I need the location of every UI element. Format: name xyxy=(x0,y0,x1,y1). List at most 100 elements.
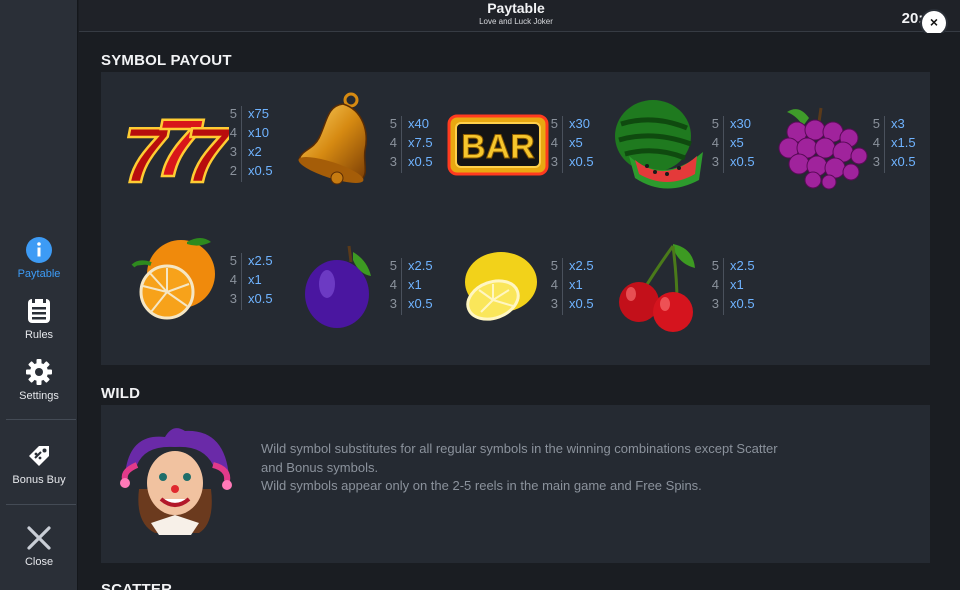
orange-payouts: 5 x2.5 4 x1 3 x0.5 xyxy=(227,253,287,310)
section-title-symbol-payout: SYMBOL PAYOUT xyxy=(101,52,232,69)
payout-count: 3 xyxy=(550,154,558,169)
bar-payouts: 5 x30 4 x5 3 x0.5 xyxy=(548,116,608,173)
sidebar-item-label: Rules xyxy=(24,329,54,341)
payout-count: 4 xyxy=(389,277,397,292)
payout-count: 5 xyxy=(389,116,397,131)
payout-divider xyxy=(723,116,724,173)
sidebar-divider xyxy=(6,504,76,505)
cherry-symbol xyxy=(617,238,701,334)
payout-count: 5 xyxy=(389,258,397,273)
plum-payouts: 5 x2.5 4 x1 3 x0.5 xyxy=(387,258,447,315)
payout-value: x2.5 xyxy=(248,253,273,268)
payout-count: 4 xyxy=(550,135,558,150)
payout-value: x0.5 xyxy=(891,154,916,169)
wild-line: Wild symbol substitutes for all regular … xyxy=(261,441,778,456)
payout-value: x0.5 xyxy=(569,154,594,169)
gear-icon xyxy=(26,359,52,385)
payout-count: 3 xyxy=(389,154,397,169)
rules-icon xyxy=(28,299,50,323)
grapes-payouts: 5 x3 4 x1.5 3 x0.5 xyxy=(870,116,930,173)
cherry-icon xyxy=(619,244,695,332)
payout-value: x7.5 xyxy=(408,135,433,150)
wild-line: and Bonus symbols. xyxy=(261,459,379,475)
payout-divider xyxy=(884,116,885,173)
payout-value: x0.5 xyxy=(408,154,433,169)
seven-symbol: 7 7 7 xyxy=(119,94,229,194)
payout-value: x5 xyxy=(569,135,583,150)
bell-icon xyxy=(298,92,367,185)
grapes-icon xyxy=(778,107,868,190)
payout-divider xyxy=(562,258,563,315)
close-button[interactable]: × xyxy=(922,11,946,35)
plum-symbol xyxy=(301,240,379,332)
payout-value: x0.5 xyxy=(248,163,273,178)
bar-icon: BAR xyxy=(447,114,549,176)
payout-count: 5 xyxy=(711,116,719,131)
header: Paytable Love and Luck Joker 20:04 × xyxy=(79,0,960,35)
payout-count: 4 xyxy=(389,135,397,150)
sidebar-item-label: Paytable xyxy=(17,268,61,280)
payout-count: 4 xyxy=(550,277,558,292)
payout-divider xyxy=(401,258,402,315)
sidebar-item-label: Bonus Buy xyxy=(12,474,66,486)
svg-text:7: 7 xyxy=(185,111,229,194)
paytable-screen: Paytable Rules Settings Bonus Buy Close … xyxy=(0,0,960,590)
watermelon-payouts: 5 x30 4 x5 3 x0.5 xyxy=(709,116,769,173)
bar-label: BAR xyxy=(461,128,535,166)
orange-symbol xyxy=(129,234,221,324)
cherry-payouts: 5 x2.5 4 x1 3 x0.5 xyxy=(709,258,769,315)
payout-count: 3 xyxy=(229,144,237,159)
payout-divider xyxy=(562,116,563,173)
payout-value: x1 xyxy=(408,277,422,292)
close-x-icon xyxy=(27,526,51,550)
payout-value: x2 xyxy=(248,144,262,159)
payout-value: x30 xyxy=(730,116,751,131)
wild-description: Wild symbol substitutes for all regular … xyxy=(261,440,821,496)
payout-count: 3 xyxy=(711,296,719,311)
watermelon-icon xyxy=(615,100,703,189)
payout-count: 3 xyxy=(229,291,237,306)
sidebar-item-settings[interactable]: Settings xyxy=(0,358,78,402)
payout-value: x1 xyxy=(248,272,262,287)
payout-count: 4 xyxy=(229,272,237,287)
payout-value: x1.5 xyxy=(891,135,916,150)
payout-value: x2.5 xyxy=(408,258,433,273)
payout-divider xyxy=(401,116,402,173)
payout-count: 4 xyxy=(711,277,719,292)
sidebar-item-paytable[interactable]: Paytable xyxy=(0,236,78,280)
symbol-payout-panel: 7 7 7 5 x75 4 x10 3 x2 2 x0.5 5 x40 4 x7… xyxy=(101,72,930,365)
payout-count: 5 xyxy=(711,258,719,273)
sidebar-item-close[interactable]: Close xyxy=(0,524,78,568)
payout-count: 4 xyxy=(872,135,880,150)
payout-divider xyxy=(241,253,242,310)
sidebar-item-rules[interactable]: Rules xyxy=(0,297,78,341)
joker-icon xyxy=(120,428,232,535)
plum-icon xyxy=(305,245,371,328)
section-title-wild: WILD xyxy=(101,385,141,402)
payout-count: 4 xyxy=(229,125,237,140)
seven-icon: 7 7 7 xyxy=(122,102,229,194)
payout-count: 5 xyxy=(229,106,237,121)
bell-payouts: 5 x40 4 x7.5 3 x0.5 xyxy=(387,116,447,173)
sidebar-item-bonus-buy[interactable]: Bonus Buy xyxy=(0,442,78,486)
payout-value: x2.5 xyxy=(730,258,755,273)
payout-count: 3 xyxy=(711,154,719,169)
payout-count: 5 xyxy=(550,116,558,131)
sidebar-item-label: Close xyxy=(24,556,54,568)
payout-count: 5 xyxy=(229,253,237,268)
payout-count: 5 xyxy=(550,258,558,273)
wild-line: Wild symbols appear only on the 2-5 reel… xyxy=(261,478,702,493)
payout-count: 3 xyxy=(872,154,880,169)
payout-value: x5 xyxy=(730,135,744,150)
grapes-symbol xyxy=(769,102,869,190)
paytable-content[interactable]: SYMBOL PAYOUT 7 7 7 5 x75 4 x10 3 x2 2 x… xyxy=(79,33,960,590)
payout-count: 3 xyxy=(550,296,558,311)
payout-divider xyxy=(241,106,242,182)
bonus-tag-icon xyxy=(29,446,49,466)
orange-icon xyxy=(131,238,215,320)
payout-count: 3 xyxy=(389,296,397,311)
payout-value: x0.5 xyxy=(248,291,273,306)
payout-count: 4 xyxy=(711,135,719,150)
payout-value: x1 xyxy=(569,277,583,292)
section-title-scatter: SCATTER xyxy=(101,581,173,590)
